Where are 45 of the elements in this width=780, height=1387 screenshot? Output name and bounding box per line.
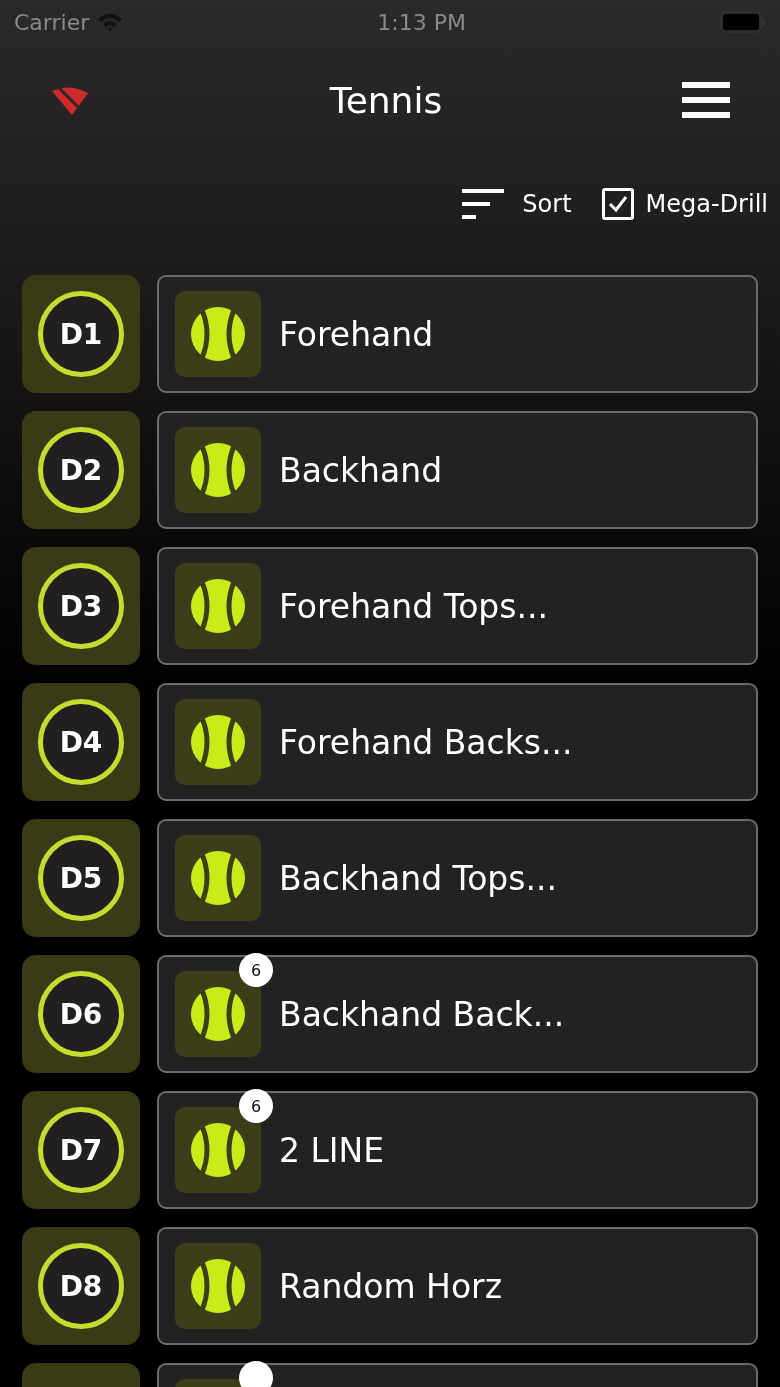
drill-code: D8 bbox=[38, 1243, 124, 1329]
clock: 1:13 PM bbox=[377, 9, 466, 35]
count-badge: 6 bbox=[239, 953, 273, 987]
mega-drill-checkbox[interactable]: Mega-Drill bbox=[601, 188, 768, 220]
sort-icon bbox=[462, 189, 505, 219]
tennis-ball-icon bbox=[190, 714, 246, 770]
drill-code: D2 bbox=[38, 427, 124, 513]
drill-card[interactable]: Forehand Backs... bbox=[157, 683, 758, 801]
wifi-icon bbox=[97, 12, 124, 32]
tennis-ball-icon bbox=[190, 850, 246, 906]
tennis-ball-icon bbox=[190, 1122, 246, 1178]
drill-code: D1 bbox=[38, 291, 124, 377]
drill-number-tile[interactable]: D7 bbox=[22, 1091, 140, 1209]
drill-code: D6 bbox=[38, 971, 124, 1057]
check-icon bbox=[607, 195, 628, 213]
drill-number-tile[interactable]: D2 bbox=[22, 411, 140, 529]
drill-card[interactable]: 6 Backhand Back... bbox=[157, 955, 758, 1073]
drill-card[interactable]: Backhand Tops... bbox=[157, 819, 758, 937]
drill-card[interactable]: Backhand bbox=[157, 411, 758, 529]
drill-code: D3 bbox=[38, 563, 124, 649]
drill-number-tile[interactable]: D5 bbox=[22, 819, 140, 937]
sort-button[interactable]: Sort bbox=[462, 189, 572, 219]
checkbox[interactable] bbox=[601, 188, 634, 220]
tennis-ball-icon bbox=[190, 986, 246, 1042]
drill-number-tile[interactable]: D1 bbox=[22, 275, 140, 393]
carrier-label: Carrier bbox=[14, 9, 90, 35]
page-title: Tennis bbox=[329, 79, 443, 121]
tennis-ball-icon bbox=[190, 442, 246, 498]
count-badge: 6 bbox=[239, 1089, 273, 1123]
drill-code: D5 bbox=[38, 835, 124, 921]
tennis-ball-icon bbox=[190, 578, 246, 634]
drill-card[interactable]: Random Horz bbox=[157, 1227, 758, 1345]
drill-number-tile[interactable]: D3 bbox=[22, 547, 140, 665]
tennis-ball-icon bbox=[190, 1258, 246, 1314]
drill-code: D4 bbox=[38, 699, 124, 785]
battery-icon bbox=[720, 11, 766, 33]
drill-code: D7 bbox=[38, 1107, 124, 1193]
drill-card[interactable]: Forehand bbox=[157, 275, 758, 393]
drill-card[interactable]: 6 2 LINE bbox=[157, 1091, 758, 1209]
drill-number-tile[interactable]: D6 bbox=[22, 955, 140, 1073]
drill-number-tile[interactable]: D8 bbox=[22, 1227, 140, 1345]
drill-card[interactable]: Forehand Tops... bbox=[157, 547, 758, 665]
tennis-ball-icon bbox=[190, 306, 246, 362]
drill-number-tile[interactable]: D4 bbox=[22, 683, 140, 801]
menu-icon[interactable] bbox=[682, 82, 730, 118]
